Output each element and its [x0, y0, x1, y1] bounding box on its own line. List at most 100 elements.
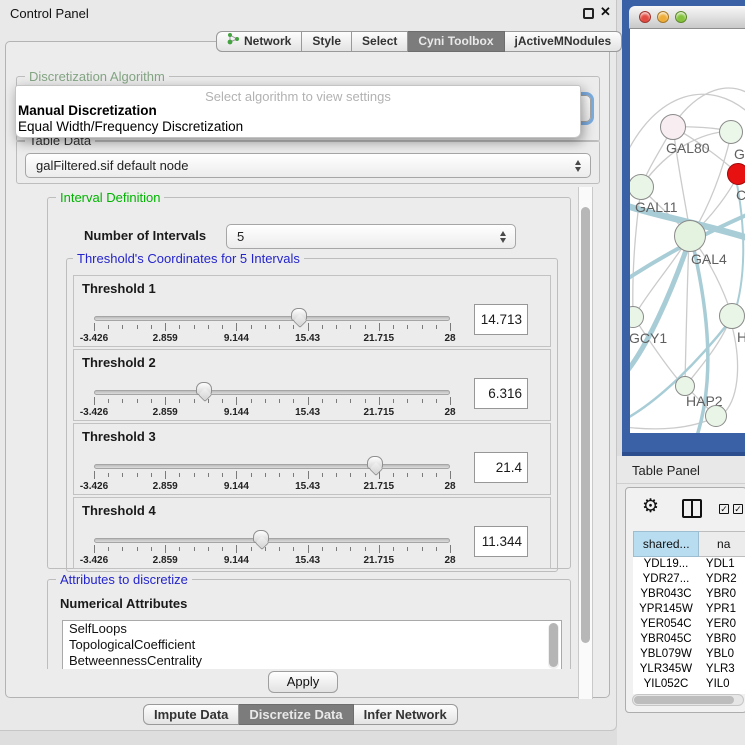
list-item[interactable]: BetweennessCentrality	[63, 653, 561, 669]
list-item[interactable]: SelfLoops	[63, 621, 561, 637]
tick-mark	[151, 325, 152, 329]
table-horizontal-scrollbar[interactable]	[632, 694, 744, 706]
network-node[interactable]	[705, 405, 727, 427]
table-row[interactable]: YBR043CYBR0	[633, 587, 745, 602]
table-row[interactable]: YER054CYER0	[633, 617, 745, 632]
table-row[interactable]: YBR045CYBR0	[633, 632, 745, 647]
numerical-attributes-list[interactable]: SelfLoopsTopologicalCoefficientBetweenne…	[62, 620, 562, 669]
cell-name[interactable]: YLR3	[699, 662, 745, 677]
cell-shared-name[interactable]: YDL19...	[633, 557, 699, 572]
slider-thumb[interactable]	[196, 382, 212, 395]
network-window-titlebar[interactable]	[629, 6, 745, 29]
network-node[interactable]	[630, 306, 644, 328]
tick-mark	[293, 325, 294, 329]
network-node[interactable]	[719, 120, 743, 144]
cell-name[interactable]: YBR0	[699, 632, 745, 647]
gear-icon[interactable]: ⚙	[642, 495, 659, 518]
tick-mark	[165, 323, 166, 331]
cell-shared-name[interactable]: YPR145W	[633, 602, 699, 617]
network-node[interactable]	[674, 220, 706, 252]
cell-shared-name[interactable]: YLR345W	[633, 662, 699, 677]
tab-label: Cyni Toolbox	[418, 32, 493, 51]
cell-shared-name[interactable]: YBL079W	[633, 647, 699, 662]
slider-track[interactable]	[94, 316, 450, 321]
column-header-shared-name[interactable]: shared...	[633, 531, 699, 557]
tick-mark	[265, 473, 266, 477]
threshold-value-field[interactable]: 11.344	[474, 526, 528, 557]
slider-thumb[interactable]	[291, 308, 307, 321]
checkbox-icon[interactable]: ✓	[733, 504, 743, 514]
slider-track[interactable]	[94, 390, 450, 395]
threshold-value-field[interactable]: 14.713	[474, 304, 528, 335]
network-node[interactable]	[630, 174, 654, 200]
network-node-label: GAL4	[691, 251, 727, 267]
tab-impute-data[interactable]: Impute Data	[143, 704, 239, 725]
cell-shared-name[interactable]: YER054C	[633, 617, 699, 632]
cell-shared-name[interactable]: YBR045C	[633, 632, 699, 647]
threshold-slider[interactable]: -3.4262.8599.14415.4321.71528	[94, 528, 450, 568]
threshold-value-field[interactable]: 21.4	[474, 452, 528, 483]
tab-cyni-toolbox[interactable]: Cyni Toolbox	[408, 31, 504, 52]
node-table-body: YDL19...YDL1YDR27...YDR2YBR043CYBR0YPR14…	[633, 557, 745, 692]
threshold-slider[interactable]: -3.4262.8599.14415.4321.71528	[94, 306, 450, 346]
scrollbar-thumb[interactable]	[581, 207, 590, 643]
cell-shared-name[interactable]: YDR27...	[633, 572, 699, 587]
apply-button[interactable]: Apply	[268, 671, 338, 693]
scrollbar-thumb[interactable]	[634, 696, 734, 704]
tab-infer-network[interactable]: Infer Network	[354, 704, 458, 725]
cell-shared-name[interactable]: YIL052C	[633, 677, 699, 692]
cell-name[interactable]: YDL1	[699, 557, 745, 572]
tab-jactivemnodules[interactable]: jActiveMNodules	[505, 31, 623, 52]
table-data-combobox[interactable]: galFiltered.sif default node	[25, 153, 591, 178]
threshold-slider[interactable]: -3.4262.8599.14415.4321.71528	[94, 380, 450, 420]
network-node[interactable]	[727, 163, 745, 185]
cell-shared-name[interactable]: YBR043C	[633, 587, 699, 602]
close-icon[interactable]: ✕	[600, 4, 611, 20]
threshold-slider[interactable]: -3.4262.8599.14415.4321.71528	[94, 454, 450, 494]
zoom-traffic-light-icon[interactable]	[675, 11, 687, 23]
cell-name[interactable]: YDR2	[699, 572, 745, 587]
table-row[interactable]: YDR27...YDR2	[633, 572, 745, 587]
table-row[interactable]: YLR345WYLR3	[633, 662, 745, 677]
tick-mark	[265, 399, 266, 403]
tick-mark	[94, 545, 95, 553]
close-traffic-light-icon[interactable]	[639, 11, 651, 23]
slider-track[interactable]	[94, 538, 450, 543]
cell-name[interactable]: YIL0	[699, 677, 745, 692]
dropdown-option-equal-width[interactable]: Equal Width/Frequency Discretization	[16, 119, 580, 135]
column-header-name[interactable]: na	[699, 531, 745, 557]
table-row[interactable]: YPR145WYPR1	[633, 602, 745, 617]
node-attribute-table[interactable]: shared... na YDL19...YDL1YDR27...YDR2YBR…	[633, 531, 745, 694]
slider-track[interactable]	[94, 464, 450, 469]
tab-network[interactable]: Network	[216, 31, 302, 52]
network-canvas[interactable]: GAL80GACGAL11GAL4GCY1HHAP2	[630, 29, 745, 433]
cell-name[interactable]: YBL0	[699, 647, 745, 662]
tick-mark	[165, 397, 166, 405]
tab-style[interactable]: Style	[302, 31, 352, 52]
checkbox-icon[interactable]: ✓	[719, 504, 729, 514]
tab-discretize-data[interactable]: Discretize Data	[239, 704, 353, 725]
minimize-traffic-light-icon[interactable]	[657, 11, 669, 23]
network-node[interactable]	[719, 303, 745, 329]
table-row[interactable]: YDL19...YDL1	[633, 557, 745, 572]
cell-name[interactable]: YBR0	[699, 587, 745, 602]
cell-name[interactable]: YPR1	[699, 602, 745, 617]
cell-name[interactable]: YER0	[699, 617, 745, 632]
tab-select[interactable]: Select	[352, 31, 408, 52]
dropdown-option-manual[interactable]: Manual Discretization	[16, 103, 580, 119]
table-row[interactable]: YIL052CYIL0	[633, 677, 745, 692]
table-row[interactable]: YBL079WYBL0	[633, 647, 745, 662]
panel-vertical-scrollbar[interactable]	[578, 187, 593, 699]
slider-thumb[interactable]	[253, 530, 269, 543]
split-table-icon[interactable]	[682, 499, 702, 518]
tick-mark	[407, 473, 408, 477]
float-window-icon[interactable]	[583, 8, 594, 19]
list-item[interactable]: TopologicalCoefficient	[63, 637, 561, 653]
table-panel-header: Table Panel	[617, 456, 745, 484]
number-of-intervals-combobox[interactable]: 5	[226, 224, 516, 249]
slider-thumb[interactable]	[367, 456, 383, 469]
list-scrollbar[interactable]	[548, 623, 559, 669]
tab-label: jActiveMNodules	[515, 32, 612, 51]
threshold-value-field[interactable]: 6.316	[474, 378, 528, 409]
network-node[interactable]	[660, 114, 686, 140]
